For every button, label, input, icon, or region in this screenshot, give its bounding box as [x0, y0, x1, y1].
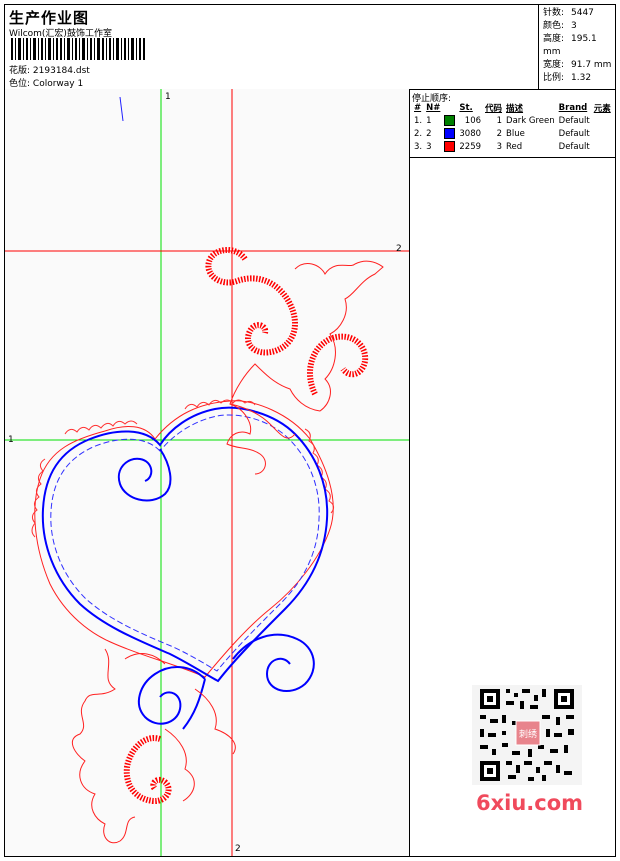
design-label: 花版:: [9, 66, 31, 76]
design-file: 2193184.dst: [32, 66, 90, 76]
page-title: 生产作业图: [9, 9, 90, 27]
axis-label-top: 1: [165, 92, 171, 102]
swirl-red-top: [205, 247, 298, 356]
col-n: N#: [426, 103, 441, 113]
colorway-name: Colorway 1: [32, 79, 84, 89]
table-header-row: # N# St. 代码 描述 Brand 元素: [412, 102, 613, 114]
col-num: #: [414, 103, 422, 113]
col-element: 元素: [593, 104, 611, 114]
heart-blue-outline: [41, 406, 329, 683]
stat-stitches: 针数: 5447: [543, 8, 594, 18]
colorway-label: 色位:: [9, 79, 31, 89]
sheet-header: 生产作业图 Wilcom(汇宏)鼓饰工作室 花版: 2193184.dst 色位…: [5, 5, 615, 90]
swirl-blue-lower-left: [137, 666, 206, 730]
heart-blue-inner: [50, 414, 320, 672]
design-stats: 针数: 5447 颜色: 3 高度: 195.1 mm 宽度: 91.7 mm 比例: 1…: [538, 5, 615, 89]
col-brand: Brand: [558, 103, 588, 113]
barcode: [11, 38, 145, 60]
col-swatch: [442, 102, 457, 114]
swirl-red-right: [307, 333, 369, 396]
doodle-red-heart-right: [226, 403, 266, 475]
axis-label-bottom: 2: [235, 844, 241, 854]
col-desc: 描述: [506, 104, 524, 114]
swirl-blue-lower-right: [232, 633, 315, 693]
table-divider: [410, 157, 616, 158]
production-sheet: 生产作业图 Wilcom(汇宏)鼓饰工作室 花版: 2193184.dst 色位…: [4, 4, 616, 857]
table-row[interactable]: 2. 2 3080 2 Blue Default: [412, 127, 613, 140]
spiral-blue-top-left: [117, 448, 172, 502]
stop-sequence-table: # N# St. 代码 描述 Brand 元素 1. 1 106 1 Dark …: [412, 102, 613, 153]
stat-colors: 颜色: 3: [543, 21, 577, 31]
axis-label-right: 2: [396, 244, 402, 254]
colorway-line: 色位: Colorway 1: [9, 76, 83, 89]
heart-red-scallop: [31, 399, 335, 538]
stat-width: 宽度: 91.7 mm: [543, 60, 612, 70]
design-canvas[interactable]: 1 1 2 2: [5, 89, 409, 856]
color-swatch: [444, 141, 456, 152]
watermark-text: 6xiu.com: [476, 791, 584, 815]
table-row[interactable]: 1. 1 106 1 Dark Green Default: [412, 114, 613, 127]
color-swatch: [444, 115, 456, 126]
color-swatch: [444, 128, 456, 139]
design-file-line: 花版: 2193184.dst: [9, 63, 90, 76]
stat-height: 高度: 195.1 mm: [543, 34, 597, 57]
svg-text:刺绣: 刺绣: [519, 728, 537, 740]
jump-stitch: [119, 96, 124, 122]
embroidery-preview: [5, 89, 409, 856]
qr-code-icon: 刺绣: [472, 685, 582, 785]
swirl-red-bottom: [123, 735, 172, 804]
stat-scale: 比例: 1.32: [543, 73, 592, 83]
stop-sequence-panel: 停止顺序: # N# St. 代码 描述 Brand 元素 1. 1 106 1…: [409, 89, 616, 856]
axis-label-left: 1: [8, 435, 14, 445]
table-row[interactable]: 3. 3 2259 3 Red Default: [412, 140, 613, 153]
col-stitches: St.: [459, 103, 473, 113]
col-code: 代码: [485, 104, 503, 114]
